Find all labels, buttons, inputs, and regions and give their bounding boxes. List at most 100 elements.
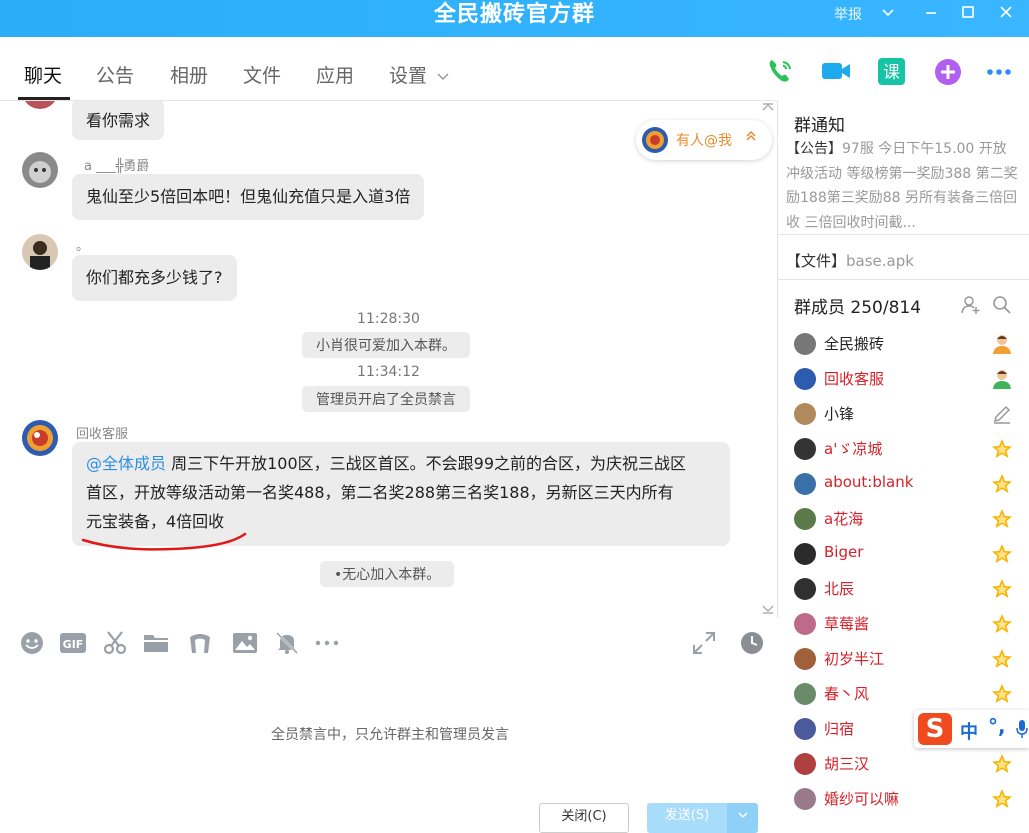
member-row[interactable]: a'ゞ凉城: [794, 435, 1029, 463]
action-bar: 课: [778, 37, 1029, 101]
sender-name[interactable]: a ___╬勇爵: [84, 155, 149, 174]
close-icon[interactable]: [992, 2, 1020, 26]
file-entry[interactable]: 【文件】base.apk: [786, 250, 914, 271]
close-button[interactable]: 关闭(C): [539, 803, 629, 833]
gif-icon[interactable]: GIF: [59, 630, 86, 656]
maximize-icon[interactable]: [954, 2, 982, 26]
at-me-notification[interactable]: 有人@我: [636, 120, 772, 160]
tab-announcement[interactable]: 公告: [96, 61, 134, 88]
send-button[interactable]: 发送(S): [647, 803, 727, 833]
history-clock-icon[interactable]: [739, 630, 765, 656]
star-icon: [990, 787, 1014, 811]
active-tab-indicator: [18, 97, 70, 100]
member-row[interactable]: Biger: [794, 540, 1029, 568]
report-button[interactable]: 举报: [834, 4, 862, 24]
chat-history[interactable]: 看你需求 a ___╬勇爵 鬼仙至少5倍回本吧！但鬼仙充值只是入道3倍 。 你们…: [0, 101, 778, 618]
member-avatar: [794, 753, 816, 775]
member-name: 初岁半江: [824, 650, 885, 668]
member-row[interactable]: 草莓酱: [794, 610, 1029, 638]
mention-link[interactable]: @全体成员: [86, 454, 166, 473]
tab-settings[interactable]: 设置: [389, 61, 449, 88]
message-line: @全体成员 周三下午开放100区，三战区首区。不会跟99之前的合区，为庆祝三战区: [86, 449, 716, 478]
more-icon[interactable]: [984, 55, 1016, 87]
pencil-icon: [990, 402, 1014, 426]
add-app-icon[interactable]: [932, 55, 964, 87]
minimize-icon[interactable]: [917, 2, 945, 26]
member-row[interactable]: 北辰: [794, 575, 1029, 603]
lesson-icon[interactable]: 课: [876, 55, 908, 87]
at-me-label: 有人@我: [676, 133, 732, 149]
sender-name[interactable]: 回收客服: [76, 423, 128, 442]
folder-icon[interactable]: [143, 630, 169, 656]
system-message: •无心加入本群。: [320, 561, 455, 587]
divider: [778, 279, 1029, 280]
image-icon[interactable]: [232, 630, 258, 656]
member-avatar: [794, 788, 816, 810]
mute-hint: 全员禁言中，只允许群主和管理员发言: [271, 727, 509, 743]
member-row[interactable]: 回收客服: [794, 365, 1029, 393]
member-name: Biger: [824, 543, 864, 561]
message-line: 首区，开放等级活动第一名奖488，第二名奖288第三名奖188，另新区三天内所有: [86, 483, 674, 502]
chevron-down-icon[interactable]: [874, 2, 902, 26]
avatar[interactable]: [22, 234, 58, 270]
ime-toolbar[interactable]: S 中 °,: [914, 710, 1029, 748]
tab-album[interactable]: 相册: [170, 61, 208, 88]
member-row[interactable]: 全民搬砖: [794, 330, 1029, 358]
add-member-icon[interactable]: [961, 295, 981, 319]
member-row[interactable]: 胡三汉: [794, 750, 1029, 778]
message-text: 周三下午开放100区，三战区首区。不会跟99之前的合区，为庆祝三战区: [166, 454, 687, 473]
avatar[interactable]: [22, 420, 58, 456]
chevron-down-icon: [737, 812, 748, 819]
more-tools-icon[interactable]: [314, 630, 340, 656]
ime-logo: S: [918, 713, 952, 745]
red-underline-annotation: [81, 532, 247, 551]
scroll-up-icon[interactable]: [762, 101, 774, 115]
notice-tag: 【公告】: [786, 141, 842, 157]
double-chevron-up-icon: [745, 129, 757, 147]
member-avatar: [794, 508, 816, 530]
system-message: 小肖很可爱加入本群。: [302, 332, 470, 358]
admin-icon: [990, 367, 1014, 391]
mute-bell-icon[interactable]: [274, 630, 300, 656]
scroll-down-icon[interactable]: [762, 603, 774, 617]
member-row[interactable]: a花海: [794, 505, 1029, 533]
members-title: 群成员 250/814: [794, 298, 922, 318]
sender-name[interactable]: 。: [76, 235, 89, 254]
chevron-down-icon: [437, 72, 449, 80]
member-name: a花海: [824, 510, 864, 528]
tab-files[interactable]: 文件: [243, 61, 281, 88]
notice-content[interactable]: 【公告】97服 今日下午15.00 开放冲级活动 等级榜第一奖励388 第二奖励…: [786, 137, 1018, 235]
video-call-icon[interactable]: [820, 55, 852, 87]
scissors-icon[interactable]: [102, 630, 128, 656]
avatar[interactable]: [22, 101, 58, 109]
ime-punctuation[interactable]: °,: [988, 714, 1006, 738]
member-row[interactable]: 初岁半江: [794, 645, 1029, 673]
member-name: 回收客服: [824, 370, 885, 388]
expand-icon[interactable]: [691, 630, 717, 656]
member-name: about:blank: [824, 473, 914, 491]
owner-icon: [990, 332, 1014, 356]
emoji-icon[interactable]: [19, 630, 45, 656]
star-icon: [990, 472, 1014, 496]
member-row[interactable]: 春丶风: [794, 680, 1029, 708]
avatar[interactable]: [22, 152, 58, 188]
divider: [778, 234, 1029, 235]
member-avatar: [794, 613, 816, 635]
music-icon[interactable]: [187, 630, 213, 656]
tab-chat[interactable]: 聊天: [24, 61, 62, 88]
member-avatar: [794, 578, 816, 600]
member-avatar: [794, 438, 816, 460]
microphone-icon[interactable]: [1016, 719, 1028, 744]
tab-apps[interactable]: 应用: [316, 61, 354, 88]
member-row[interactable]: 小锋: [794, 400, 1029, 428]
send-options-button[interactable]: [727, 803, 758, 833]
compose-area: 全员禁言中，只允许群主和管理员发言 关闭(C) 发送(S): [0, 670, 778, 833]
member-row[interactable]: about:blank: [794, 470, 1029, 498]
star-icon: [990, 647, 1014, 671]
notice-title: 群通知: [794, 116, 845, 136]
search-member-icon[interactable]: [992, 295, 1012, 319]
member-avatar: [794, 718, 816, 740]
system-message: 管理员开启了全员禁言: [302, 386, 470, 412]
member-row[interactable]: 婚纱可以嘛: [794, 785, 1029, 813]
ime-mode[interactable]: 中: [960, 718, 978, 744]
